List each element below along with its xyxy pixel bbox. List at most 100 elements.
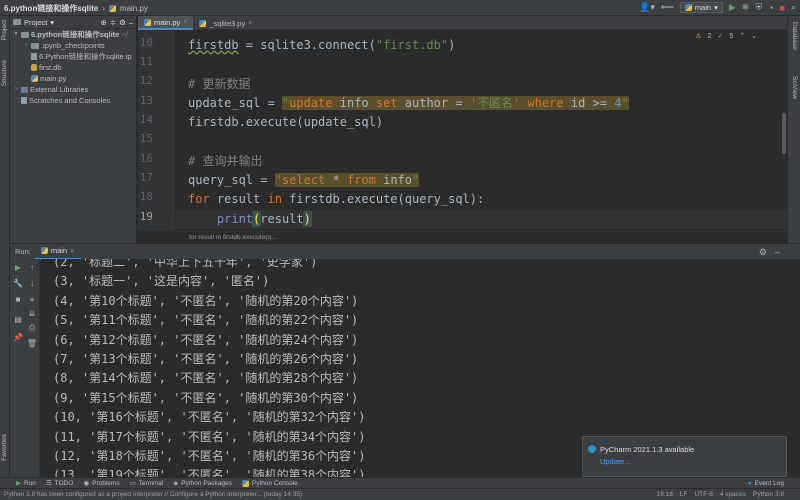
tool-tab-database[interactable]: Database [791,22,798,50]
scroll-to-end-icon[interactable]: ⇊ [26,309,38,318]
inspection-widget[interactable]: ⚠ 2 ✓ 5 ⌃ ⌄ [695,32,757,41]
debug-icon[interactable]: ✱ [742,2,750,13]
line-number: 17 [139,171,153,184]
project-view-select[interactable]: Project [24,18,47,27]
folder-icon [13,19,21,25]
close-icon[interactable]: × [183,19,187,26]
scratch-icon [21,97,27,104]
pin-icon[interactable]: 📌 [12,333,24,342]
chevron-icon[interactable]: › [13,84,19,95]
project-tree: ▾ 6.python链接和操作sqlite ~/› .ipynb_checkpoint… [10,29,136,106]
tool-tab-label: Python Console [251,479,298,487]
back-arrow-icon[interactable]: ⟵ [661,2,674,13]
collapse-icon[interactable]: ≑ [110,18,116,27]
tool-tab-python-console[interactable]: Python Console [241,479,298,487]
db-icon [31,64,37,71]
chevron-icon[interactable]: › [23,40,29,51]
code-line-14: firstdb.execute(update_sql) [188,115,384,129]
breadcrumb-file[interactable]: main.py [120,4,148,13]
print-icon[interactable]: ⎙ [26,323,38,333]
minimize-icon[interactable]: – [775,247,780,258]
line-separator[interactable]: LF [680,489,688,500]
breadcrumb-project[interactable]: 6.python链接和操作sqlite [4,3,98,14]
chevron-up-icon[interactable]: ⌃ [739,32,745,40]
tool-tab-todo[interactable]: ☰ TODO [46,479,74,488]
close-icon[interactable]: × [70,246,74,255]
layout-icon[interactable]: ▤ [12,315,24,324]
stop-icon[interactable]: ■ [12,295,24,304]
tab-main-py[interactable]: main.py × [138,16,194,30]
tool-tab-python-packages[interactable]: ◈ Python Packages [173,479,232,488]
tool-tab-terminal[interactable]: ▭ Terminal [130,479,164,488]
folder-icon [31,42,39,49]
tool-tab-project[interactable]: Project [1,20,8,40]
code-line-13: update_sql = "update info set author = '… [188,96,629,110]
minimize-icon[interactable]: – [129,18,133,27]
caret-position[interactable]: 19:18 [657,489,673,500]
tool-tab-label: Event Log [754,479,784,487]
info-icon [588,445,596,453]
tool-tab-run[interactable]: ▶ Run [16,479,36,488]
tree-item[interactable]: › External Libraries [10,84,136,95]
line-number-gutter: 10 11 12 13 14 15 16 17 18 19 [138,30,174,231]
run-icon[interactable]: ▶ [729,2,736,13]
tree-item[interactable]: 6.Python链接和操作sqlite.ip [10,51,136,62]
warning-icon: ⚠ [695,33,702,40]
profile-icon[interactable]: ◔ [768,3,773,13]
code-line-12: # 更新数据 [188,77,251,91]
coverage-icon[interactable]: ⛨ [755,2,762,13]
console-line: (10, '第16个标题', '不匿名', '随机的第32个内容') [53,410,366,425]
tool-tab-sciview[interactable]: SciView [791,76,798,99]
console-line: (12, '第18个标题', '不匿名', '随机的第36个内容') [53,449,366,463]
tool-tab-label: Problems [92,479,120,487]
code-editor[interactable]: ⚠ 2 ✓ 5 ⌃ ⌄ firstdb = sqlite3.connect("fir… [175,30,787,231]
tool-tab-event-log[interactable]: ● Event Log [748,480,784,487]
chevron-down-icon[interactable]: ⌄ [751,32,757,40]
tree-item[interactable]: › .ipynb_checkpoints [10,40,136,51]
close-icon[interactable]: × [248,20,252,27]
soft-wrap-icon[interactable]: ≡ [26,295,38,304]
tree-item[interactable]: first.db [10,62,136,73]
editor-breadcrumb[interactable]: for result in firstdb.execute(q... [175,231,787,243]
line-number: 12 [139,74,153,87]
chevron-icon[interactable]: ▾ [13,29,19,40]
user-icon[interactable]: 👤▾ [639,2,655,13]
tree-item[interactable]: Scratches and Consoles [10,95,136,106]
search-icon[interactable]: ⌕ [791,2,796,13]
chevron-down-icon[interactable]: ▾ [50,18,54,27]
run-panel-header: Run: main × ⚙ – [10,243,800,260]
project-panel-header: Project ▾ ⊕ ≑ ⚙ – [10,16,136,29]
interpreter-select[interactable]: Python 3.8 [753,489,784,500]
run-tab-label: main [50,246,68,255]
tool-tab-structure[interactable]: Structure [1,60,8,86]
weak-warning-count: 5 [729,32,734,40]
tool-tab-favorites[interactable]: Favorites [1,434,8,461]
line-number: 18 [139,190,153,203]
editor-scrollbar-thumb[interactable] [782,113,786,154]
locate-icon[interactable]: ⊕ [101,18,107,27]
stop-icon[interactable]: ■ [780,3,785,13]
wrench-icon[interactable]: 🔧 [12,279,24,288]
tree-item[interactable]: ▾ 6.python链接和操作sqlite ~/ [10,29,136,40]
file-encoding[interactable]: UTF-8 [694,489,712,500]
run-configuration-select[interactable]: main ▾ [679,2,723,13]
gear-icon[interactable]: ⚙ [119,18,126,27]
notification-title: PyCharm 2021.1.3 available [600,445,695,454]
tab-sqlite3-py[interactable]: _sqlite3.py × [193,16,258,30]
title-bar: 6.python链接和操作sqlite › main.py 👤▾ ⟵ main … [0,0,800,16]
tab-label: main.py [154,17,181,27]
scroll-up-icon[interactable]: ↑ [26,263,38,272]
console-line: (3, '标题一', '这是内容', '匿名') [53,274,270,289]
tree-item[interactable]: main.py [10,73,136,84]
update-link[interactable]: Update... [600,457,630,466]
rerun-icon[interactable]: ▶ [12,263,24,272]
gear-icon[interactable]: ⚙ [759,247,767,258]
console-line: (9, '第15个标题', '不匿名', '随机的第30个内容') [53,390,359,405]
scroll-down-icon[interactable]: ↓ [26,279,38,288]
line-number: 11 [139,55,153,68]
tool-tab-problems[interactable]: ◉ Problems [83,479,120,488]
indent-setting[interactable]: 4 spaces [720,489,746,500]
status-message[interactable]: Python 3.8 has been configured as a proj… [4,491,302,498]
trash-icon[interactable]: 🗑 [26,339,38,348]
run-tab-main[interactable]: main × [34,244,81,260]
